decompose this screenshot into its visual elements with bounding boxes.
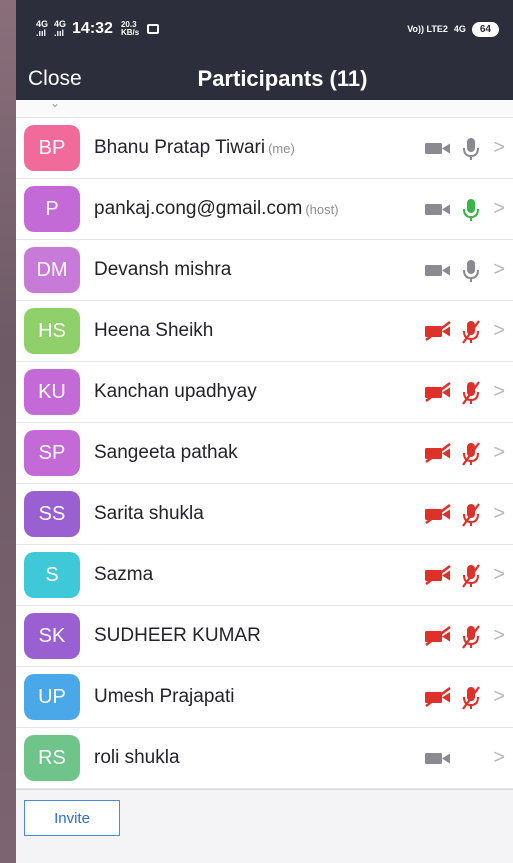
mic-icon xyxy=(459,136,483,160)
chevron-right-icon: > xyxy=(493,258,505,281)
participant-row[interactable]: BP Bhanu Pratap Tiwari (me) > xyxy=(16,118,513,179)
participant-status-icons xyxy=(423,179,483,239)
mic-placeholder xyxy=(459,746,483,770)
invite-button[interactable]: Invite xyxy=(24,800,120,836)
video-icon xyxy=(423,746,453,770)
status-bar: 4G .ııl 4G .ııl 14:32 20.3 KB/s Vo)) LTE2 4… xyxy=(16,0,513,58)
mic-muted-icon xyxy=(459,624,483,649)
participant-status-icons xyxy=(423,728,483,788)
avatar: HS xyxy=(24,308,80,354)
video-off-icon xyxy=(423,624,453,648)
participant-status-icons xyxy=(423,667,483,727)
video-off-icon xyxy=(423,685,453,709)
participant-row[interactable]: DM Devansh mishra > xyxy=(16,240,513,301)
participant-status-icons xyxy=(423,301,483,361)
participant-status-icons xyxy=(423,240,483,300)
chevron-right-icon: > xyxy=(493,502,505,525)
avatar: S xyxy=(24,552,80,598)
avatar: BP xyxy=(24,125,80,171)
video-off-icon xyxy=(423,441,453,465)
header-bar: Close Participants (11) xyxy=(16,58,513,100)
video-off-icon xyxy=(423,563,453,587)
avatar: P xyxy=(24,186,80,232)
avatar: SK xyxy=(24,613,80,659)
participant-row[interactable]: SK SUDHEER KUMAR > xyxy=(16,606,513,667)
chevron-right-icon: > xyxy=(493,746,505,769)
participant-name: Sangeeta pathak xyxy=(94,442,238,463)
chevron-right-icon: > xyxy=(493,197,505,220)
close-button[interactable]: Close xyxy=(28,67,82,91)
mic-muted-icon xyxy=(459,502,483,527)
video-off-icon xyxy=(423,380,453,404)
avatar: UP xyxy=(24,674,80,720)
4g-indicator: 4G xyxy=(453,24,466,34)
video-off-icon xyxy=(423,502,453,526)
network-speed: 20.3 KB/s xyxy=(120,20,140,37)
participant-status-icons xyxy=(423,423,483,483)
participant-status-icons xyxy=(423,545,483,605)
video-icon xyxy=(423,258,453,282)
participant-name: Umesh Prajapati xyxy=(94,686,235,707)
avatar: DM xyxy=(24,247,80,293)
participant-name: Sazma xyxy=(94,564,154,585)
participant-name: Sarita shukla xyxy=(94,503,204,524)
participant-row[interactable]: SP Sangeeta pathak > xyxy=(16,423,513,484)
participant-status-icons xyxy=(423,606,483,666)
list-top-edge: ⌄ xyxy=(16,96,513,118)
avatar: KU xyxy=(24,369,80,415)
mic-icon xyxy=(459,258,483,282)
participant-row[interactable]: SS Sarita shukla > xyxy=(16,484,513,545)
avatar: RS xyxy=(24,735,80,781)
participant-status-icons xyxy=(423,118,483,178)
chevron-right-icon: > xyxy=(493,441,505,464)
app-notification-icon xyxy=(147,24,160,34)
participant-name: Devansh mishra xyxy=(94,259,232,280)
mic-muted-icon xyxy=(459,319,483,344)
participants-list: BP Bhanu Pratap Tiwari (me) > Ppankaj.cong@g… xyxy=(16,118,513,789)
avatar: SP xyxy=(24,430,80,476)
chevron-right-icon: > xyxy=(493,563,505,586)
mic-icon xyxy=(459,197,483,221)
chevron-right-icon: > xyxy=(493,624,505,647)
participant-name: roli shukla xyxy=(94,747,180,768)
participant-name: Kanchan upadhyay xyxy=(94,381,257,402)
signal-1-icon: 4G .ııl xyxy=(36,19,49,38)
chevron-right-icon: > xyxy=(493,319,505,342)
participant-status-icons xyxy=(423,484,483,544)
video-off-icon xyxy=(423,319,453,343)
participant-row[interactable]: UP Umesh Prajapati > xyxy=(16,667,513,728)
chevron-right-icon: > xyxy=(493,136,505,159)
mic-muted-icon xyxy=(459,380,483,405)
participant-name: pankaj.cong@gmail.com xyxy=(94,198,303,219)
battery-icon: 64 xyxy=(471,21,499,37)
scroll-caret-icon: ⌄ xyxy=(50,96,61,110)
participant-row[interactable]: KU Kanchan upadhyay > xyxy=(16,362,513,423)
participant-row[interactable]: Ppankaj.cong@gmail.com (host) > xyxy=(16,179,513,240)
video-icon xyxy=(423,136,453,160)
participant-row[interactable]: RS roli shukla > xyxy=(16,728,513,789)
phone-screen: 4G .ııl 4G .ııl 14:32 20.3 KB/s Vo)) LTE2 4… xyxy=(16,0,513,863)
page-title: Participants (11) xyxy=(197,66,368,91)
mic-muted-icon xyxy=(459,441,483,466)
video-icon xyxy=(423,197,453,221)
signal-2-icon: 4G .ııl xyxy=(54,19,67,38)
participant-row[interactable]: S Sazma > xyxy=(16,545,513,606)
status-right: Vo)) LTE2 4G 64 xyxy=(407,21,499,37)
lte-indicator: Vo)) LTE2 xyxy=(407,24,448,34)
participant-name: Bhanu Pratap Tiwari xyxy=(94,137,266,158)
participant-role-tag: (host) xyxy=(305,201,339,217)
status-time: 14:32 xyxy=(72,20,113,37)
mic-muted-icon xyxy=(459,685,483,710)
participant-name: Heena Sheikh xyxy=(94,320,214,341)
participant-name: SUDHEER KUMAR xyxy=(94,625,261,646)
avatar: SS xyxy=(24,491,80,537)
participant-role-tag: (me) xyxy=(268,140,295,156)
chevron-right-icon: > xyxy=(493,685,505,708)
participant-status-icons xyxy=(423,362,483,422)
mic-muted-icon xyxy=(459,563,483,588)
footer-bar: Invite xyxy=(16,789,513,849)
chevron-right-icon: > xyxy=(493,380,505,403)
participant-row[interactable]: HS Heena Sheikh > xyxy=(16,301,513,362)
